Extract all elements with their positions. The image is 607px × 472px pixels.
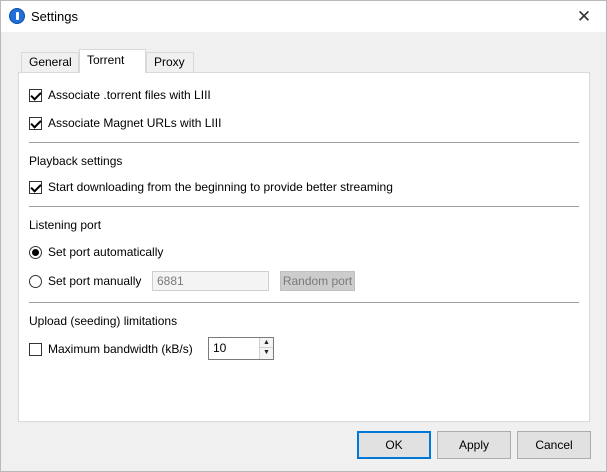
start-beginning-option[interactable]: Start downloading from the beginning to … <box>29 178 393 196</box>
spin-down-icon[interactable]: ▼ <box>259 348 273 359</box>
bandwidth-spinbox[interactable]: 10 ▲ ▼ <box>208 337 274 360</box>
window-title: Settings <box>31 9 78 24</box>
start-beginning-label: Start downloading from the beginning to … <box>48 180 393 194</box>
port-manual-label: Set port manually <box>48 274 142 288</box>
playback-heading: Playback settings <box>29 154 123 168</box>
spin-up-icon[interactable]: ▲ <box>259 338 273 348</box>
assoc-magnet-option[interactable]: Associate Magnet URLs with LIII <box>29 114 221 132</box>
torrent-settings-panel: Associate .torrent files with LIII Assoc… <box>18 72 590 422</box>
bandwidth-value[interactable]: 10 <box>213 341 226 355</box>
divider <box>29 142 579 143</box>
port-auto-radio[interactable] <box>29 245 42 259</box>
port-manual-option[interactable]: Set port manually <box>29 272 141 290</box>
upload-limits-heading: Upload (seeding) limitations <box>29 314 178 328</box>
assoc-torrent-label: Associate .torrent files with LIII <box>48 88 211 102</box>
port-auto-label: Set port automatically <box>48 245 164 259</box>
app-icon <box>9 8 25 24</box>
random-port-button[interactable]: Random port <box>280 271 355 291</box>
assoc-torrent-option[interactable]: Associate .torrent files with LIII <box>29 86 211 104</box>
tab-torrent[interactable]: Torrent <box>79 49 146 73</box>
port-input[interactable]: 6881 <box>152 271 269 291</box>
divider <box>29 206 579 207</box>
title-bar: Settings ✕ <box>1 1 606 32</box>
listening-port-heading: Listening port <box>29 218 102 232</box>
start-beginning-checkbox[interactable] <box>29 180 42 194</box>
close-button[interactable]: ✕ <box>562 1 606 32</box>
settings-window: Settings ✕ General Torrent Proxy Associa… <box>0 0 607 472</box>
assoc-magnet-label: Associate Magnet URLs with LIII <box>48 116 222 130</box>
max-bandwidth-label: Maximum bandwidth (kB/s) <box>48 342 193 356</box>
max-bandwidth-option[interactable]: Maximum bandwidth (kB/s) <box>29 340 193 358</box>
port-manual-radio[interactable] <box>29 274 42 288</box>
assoc-magnet-checkbox[interactable] <box>29 116 42 130</box>
cancel-button[interactable]: Cancel <box>517 431 591 459</box>
tab-proxy[interactable]: Proxy <box>146 52 194 73</box>
assoc-torrent-checkbox[interactable] <box>29 88 42 102</box>
max-bandwidth-checkbox[interactable] <box>29 342 42 356</box>
apply-button[interactable]: Apply <box>437 431 511 459</box>
close-icon: ✕ <box>576 7 592 26</box>
divider <box>29 302 579 303</box>
ok-button[interactable]: OK <box>357 431 431 459</box>
port-auto-option[interactable]: Set port automatically <box>29 243 163 261</box>
tab-general[interactable]: General <box>21 52 79 73</box>
